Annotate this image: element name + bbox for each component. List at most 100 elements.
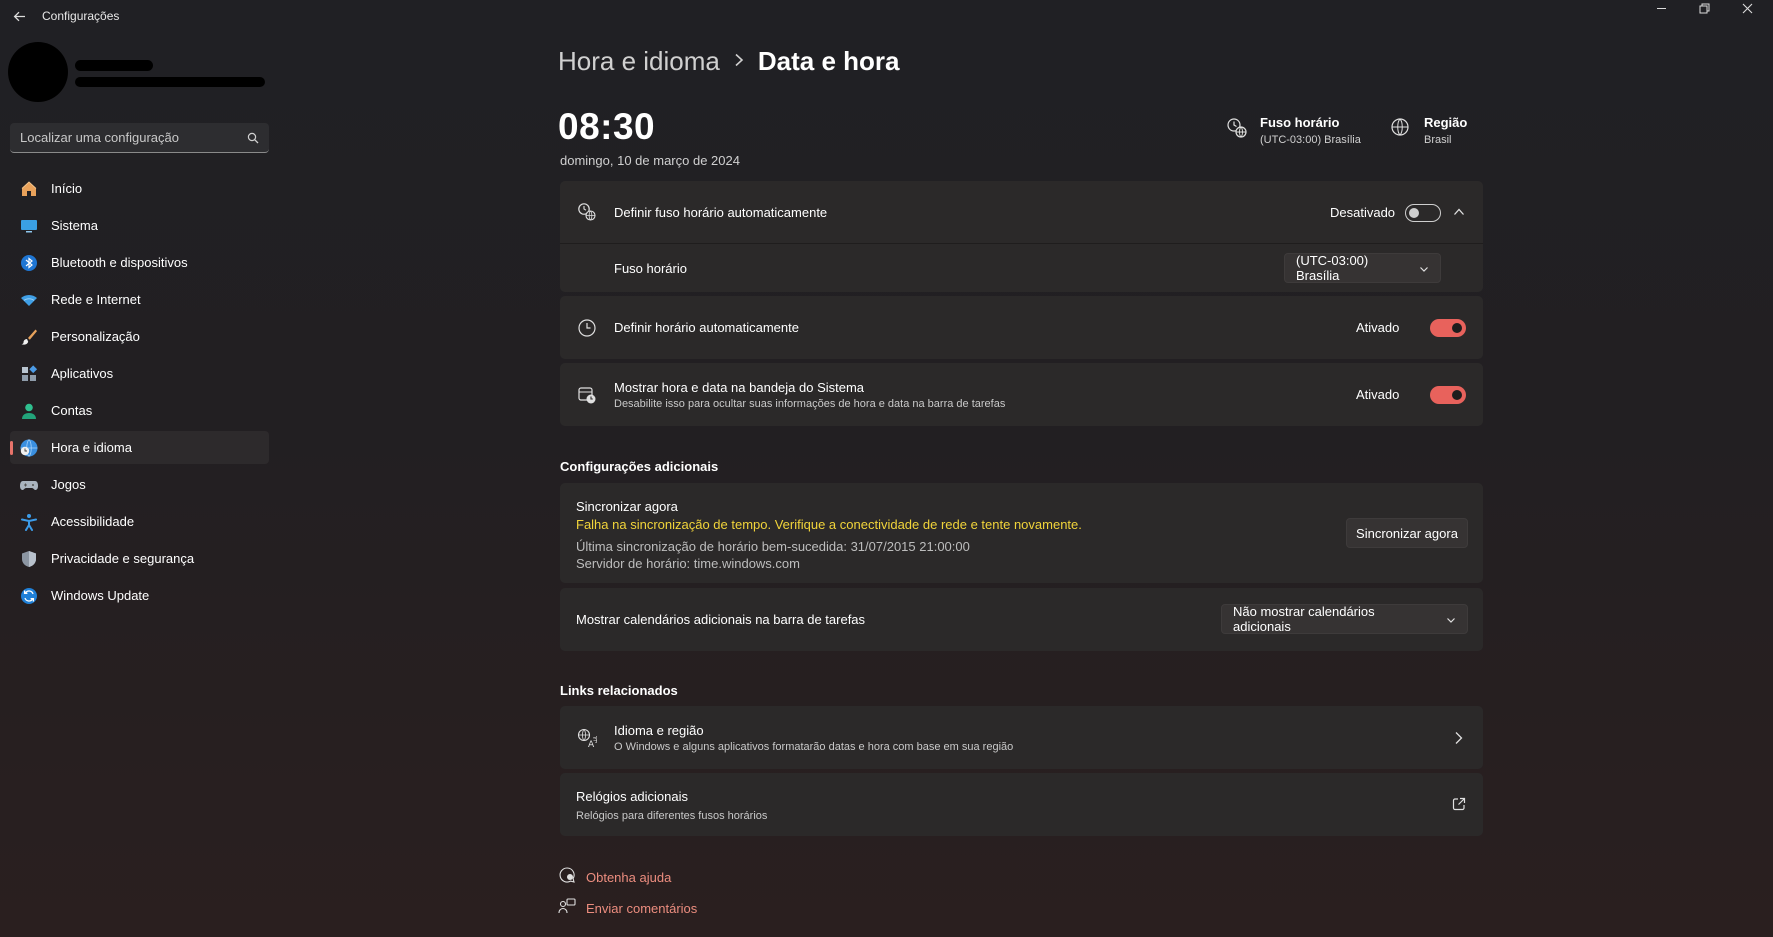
show-tray-label: Mostrar hora e data na bandeja do Sistem… bbox=[614, 379, 865, 395]
send-feedback-link[interactable]: Enviar comentários bbox=[586, 901, 697, 916]
chevron-right-icon bbox=[1454, 731, 1464, 750]
sidebar-item-label: Windows Update bbox=[51, 588, 150, 603]
profile-email-redacted bbox=[75, 77, 265, 87]
calendars-dropdown-value: Não mostrar calendários adicionais bbox=[1233, 604, 1375, 634]
sync-now-button[interactable]: Sincronizar agora bbox=[1346, 518, 1468, 548]
minimize-button[interactable] bbox=[1640, 0, 1682, 16]
calendars-dropdown[interactable]: Não mostrar calendários adicionais bbox=[1221, 604, 1468, 634]
sidebar-item-label: Personalização bbox=[51, 329, 140, 344]
show-tray-card: Mostrar hora e data na bandeja do Sistem… bbox=[560, 363, 1483, 426]
sidebar-item-hora-idioma[interactable]: Hora e idioma bbox=[10, 431, 269, 464]
timezone-auto-icon bbox=[576, 201, 598, 223]
search-box bbox=[10, 123, 269, 153]
additional-clocks-title: Relógios adicionais bbox=[576, 789, 689, 804]
close-button[interactable] bbox=[1726, 0, 1768, 16]
brush-icon bbox=[19, 327, 39, 347]
help-link-row: Obtenha ajuda bbox=[558, 866, 671, 889]
sidebar-item-label: Início bbox=[51, 181, 83, 196]
search-icon[interactable] bbox=[247, 132, 259, 144]
breadcrumb: Hora e idioma Data e hora bbox=[558, 46, 899, 77]
globe-icon bbox=[1390, 117, 1414, 142]
sidebar-item-label: Rede e Internet bbox=[51, 292, 141, 307]
apps-icon bbox=[19, 364, 39, 384]
home-icon bbox=[19, 179, 39, 199]
timezone-globe-icon bbox=[1226, 117, 1250, 144]
timezone-dropdown[interactable]: (UTC-03:00) Brasília bbox=[1284, 253, 1441, 283]
current-date: domingo, 10 de março de 2024 bbox=[560, 153, 740, 168]
time-server-text: Servidor de horário: time.windows.com bbox=[576, 556, 800, 571]
calendars-label: Mostrar calendários adicionais na barra … bbox=[576, 612, 866, 627]
show-tray-row[interactable]: Mostrar hora e data na bandeja do Sistem… bbox=[560, 363, 1483, 426]
region-value: Brasil bbox=[1424, 134, 1452, 146]
show-tray-state: Ativado bbox=[1356, 387, 1400, 402]
globe-clock-icon bbox=[19, 438, 39, 458]
page-title: Data e hora bbox=[757, 46, 900, 76]
sidebar-item-acessibilidade[interactable]: Acessibilidade bbox=[10, 505, 269, 538]
svg-text:字: 字 bbox=[593, 735, 597, 744]
sidebar-item-privacidade[interactable]: Privacidade e segurança bbox=[10, 542, 269, 575]
monitor-icon bbox=[19, 216, 39, 236]
auto-time-row[interactable]: Definir horário automaticamente Ativado bbox=[560, 296, 1483, 359]
feedback-icon bbox=[558, 897, 586, 920]
auto-timezone-card: Definir fuso horário automaticamente Des… bbox=[560, 181, 1483, 292]
chevron-up-icon[interactable] bbox=[1453, 205, 1465, 223]
sidebar-nav: Início Sistema Bluetooth e dispositivos … bbox=[10, 172, 269, 616]
additional-clocks-sub: Relógios para diferentes fusos horários bbox=[576, 810, 768, 822]
auto-time-card: Definir horário automaticamente Ativado bbox=[560, 296, 1483, 359]
timezone-label: Fuso horário bbox=[614, 260, 687, 276]
sidebar-item-aplicativos[interactable]: Aplicativos bbox=[10, 357, 269, 390]
sidebar-item-jogos[interactable]: Jogos bbox=[10, 468, 269, 501]
back-button[interactable] bbox=[8, 5, 30, 27]
sidebar-item-sistema[interactable]: Sistema bbox=[10, 209, 269, 242]
calendar-clock-icon bbox=[576, 384, 598, 406]
auto-time-state: Ativado bbox=[1356, 320, 1400, 335]
sync-title: Sincronizar agora bbox=[576, 499, 678, 514]
accessibility-icon bbox=[19, 512, 39, 532]
person-icon bbox=[19, 401, 39, 421]
sidebar-item-label: Contas bbox=[51, 403, 93, 418]
auto-timezone-toggle[interactable] bbox=[1405, 204, 1441, 222]
auto-time-label: Definir horário automaticamente bbox=[614, 320, 799, 335]
sidebar-item-label: Hora e idioma bbox=[51, 440, 132, 455]
sidebar-item-label: Sistema bbox=[51, 218, 98, 233]
auto-timezone-row[interactable]: Definir fuso horário automaticamente Des… bbox=[560, 181, 1483, 244]
get-help-link[interactable]: Obtenha ajuda bbox=[586, 870, 671, 885]
bluetooth-icon bbox=[19, 253, 39, 273]
sidebar-item-inicio[interactable]: Início bbox=[10, 172, 269, 205]
chevron-right-icon bbox=[734, 50, 744, 73]
language-region-text: Idioma e região O Windows e alguns aplic… bbox=[614, 723, 1013, 753]
timezone-value: (UTC-03:00) Brasília bbox=[1260, 134, 1361, 146]
profile-name-redacted bbox=[75, 60, 153, 71]
restore-icon bbox=[1699, 3, 1709, 13]
sidebar-item-personalizacao[interactable]: Personalização bbox=[10, 320, 269, 353]
timezone-row: Fuso horário (UTC-03:00) Brasília bbox=[560, 244, 1483, 292]
language-region-sub: O Windows e alguns aplicativos formatarã… bbox=[614, 740, 1014, 753]
arrow-left-icon bbox=[13, 11, 25, 21]
timezone-dropdown-value: (UTC-03:00) Brasília bbox=[1296, 253, 1369, 283]
timezone-summary: Fuso horário (UTC-03:00) Brasília bbox=[1226, 115, 1361, 146]
breadcrumb-parent[interactable]: Hora e idioma bbox=[558, 46, 720, 77]
current-time: 08:30 bbox=[558, 106, 656, 147]
open-external-icon bbox=[1452, 797, 1466, 816]
show-tray-sub: Desabilite isso para ocultar suas inform… bbox=[614, 397, 1006, 410]
chevron-down-icon bbox=[1446, 612, 1456, 627]
region-title: Região bbox=[1424, 115, 1468, 130]
auto-time-toggle[interactable] bbox=[1430, 319, 1466, 337]
additional-clocks-link[interactable]: Relógios adicionais Relógios para difere… bbox=[560, 773, 1483, 836]
sidebar-item-contas[interactable]: Contas bbox=[10, 394, 269, 427]
search-input[interactable] bbox=[20, 130, 247, 145]
sidebar-item-bluetooth[interactable]: Bluetooth e dispositivos bbox=[10, 246, 269, 279]
avatar[interactable] bbox=[8, 42, 68, 102]
show-tray-toggle[interactable] bbox=[1430, 386, 1466, 404]
region-summary: Região Brasil bbox=[1390, 115, 1467, 146]
gamepad-icon bbox=[19, 475, 39, 495]
auto-timezone-label: Definir fuso horário automaticamente bbox=[614, 204, 828, 220]
sidebar-item-windows-update[interactable]: Windows Update bbox=[10, 579, 269, 612]
calendars-card: Mostrar calendários adicionais na barra … bbox=[560, 588, 1483, 651]
sidebar-item-rede[interactable]: Rede e Internet bbox=[10, 283, 269, 316]
language-icon: A字 bbox=[576, 727, 598, 749]
sidebar-item-label: Acessibilidade bbox=[51, 514, 135, 529]
language-region-link[interactable]: A字 Idioma e região O Windows e alguns ap… bbox=[560, 706, 1483, 769]
show-tray-text: Mostrar hora e data na bandeja do Sistem… bbox=[614, 380, 1005, 410]
restore-button[interactable] bbox=[1683, 0, 1725, 16]
